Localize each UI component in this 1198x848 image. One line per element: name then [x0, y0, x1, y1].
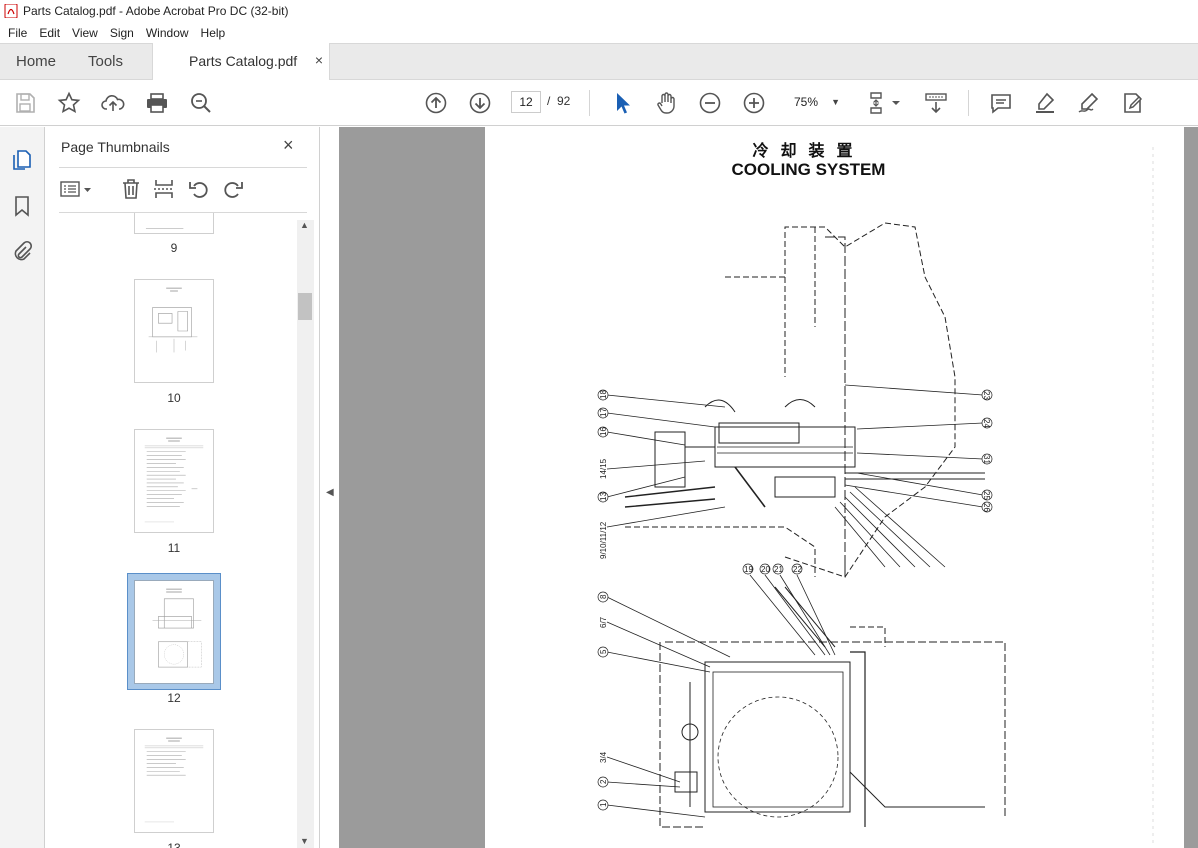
highlight-icon[interactable] — [1033, 91, 1057, 115]
close-icon[interactable]: × — [283, 135, 294, 156]
page-fit-icon[interactable] — [868, 91, 904, 115]
callout-label: 20 — [761, 565, 770, 574]
tab-bar: Home Tools Parts Catalog.pdf × — [0, 43, 1198, 81]
callout-label: 5 — [599, 649, 608, 654]
callout-label: 25 — [982, 491, 991, 500]
tab-home[interactable]: Home — [16, 44, 56, 80]
scroll-down-icon[interactable]: ▼ — [300, 836, 309, 846]
print-icon[interactable] — [145, 91, 169, 115]
page-number-input[interactable]: 12 — [511, 91, 541, 113]
attachments-icon[interactable] — [10, 240, 34, 264]
callout-label: 2 — [599, 779, 608, 784]
page-up-icon[interactable] — [424, 91, 448, 115]
callout-label: 23 — [982, 391, 991, 400]
thumbnail-list: 9 10 11 12 13 — [59, 213, 314, 848]
bookmarks-icon[interactable] — [10, 194, 34, 218]
thumbnail-page[interactable] — [134, 279, 214, 383]
extract-page-icon[interactable] — [152, 177, 176, 201]
callout-label: 21 — [774, 565, 783, 574]
thumbnail-label: 11 — [167, 541, 181, 555]
page-thumbnails-icon[interactable] — [10, 148, 34, 172]
title-bar: Parts Catalog.pdf - Adobe Acrobat Pro DC… — [0, 0, 1198, 22]
callout-label: 19 — [744, 565, 753, 574]
thumbnail-options-icon[interactable] — [59, 177, 95, 201]
menu-view[interactable]: View — [68, 26, 102, 40]
zoom-select[interactable]: 75% ▼ — [786, 91, 846, 113]
thumbnail-label: 9 — [170, 241, 178, 255]
menu-edit[interactable]: Edit — [35, 26, 64, 40]
callout-label: 22 — [793, 565, 802, 574]
thumbnail-page[interactable] — [134, 729, 214, 833]
callout-label: 3/4 — [599, 751, 608, 763]
menu-sign[interactable]: Sign — [106, 26, 138, 40]
select-cursor-icon[interactable] — [610, 91, 634, 115]
toolbar-divider — [589, 90, 590, 116]
callout-label: 18 — [599, 390, 608, 399]
hand-icon[interactable] — [654, 91, 678, 115]
panel-title: Page Thumbnails — [61, 139, 170, 155]
callout-label: 24 — [982, 419, 991, 428]
callout-label: 17 — [599, 408, 608, 417]
collapse-left-icon: ◀ — [326, 487, 334, 498]
chevron-down-icon: ▼ — [831, 97, 840, 107]
callout-label: 31 — [982, 455, 991, 464]
zoom-out-icon[interactable] — [698, 91, 722, 115]
scrollbar-thumb[interactable] — [298, 293, 312, 320]
tab-document-label: Parts Catalog.pdf — [189, 53, 298, 69]
thumbnail-label: 13 — [167, 841, 181, 848]
callout-label: 26 — [982, 503, 991, 512]
callout-label: 1 — [599, 802, 608, 807]
thumbnail-label: 12 — [167, 691, 181, 705]
document-viewport[interactable]: 冷却装置 COOLING SYSTEM 18 17 16 14/15 13 9/… — [339, 127, 1198, 848]
window-title: Parts Catalog.pdf - Adobe Acrobat Pro DC… — [23, 4, 289, 18]
page-separator: / — [547, 94, 551, 108]
panel-divider — [59, 167, 307, 168]
panel-collapse-handle[interactable]: ◀ — [320, 127, 339, 848]
save-icon[interactable] — [13, 91, 37, 115]
bookmark-star-icon[interactable] — [57, 91, 81, 115]
callout-label: 9/10/11/12 — [599, 521, 608, 559]
callout-label: 16 — [599, 427, 608, 436]
callout-label: 14/15 — [599, 458, 608, 479]
callout-label: 6/7 — [599, 616, 608, 628]
menu-bar: File Edit View Sign Window Help — [0, 22, 1198, 43]
tab-tools[interactable]: Tools — [88, 44, 123, 80]
thumbnail-scrollbar[interactable]: ▲ ▼ — [297, 220, 314, 848]
page-total: 92 — [557, 94, 571, 108]
thumbnail-label: 10 — [167, 391, 181, 405]
left-rail — [0, 127, 45, 848]
delete-page-icon[interactable] — [119, 177, 143, 201]
scroll-mode-icon[interactable] — [924, 91, 948, 115]
search-zoom-icon[interactable] — [189, 91, 213, 115]
acrobat-app-icon — [4, 4, 18, 18]
tab-close-icon[interactable]: × — [315, 52, 323, 68]
tab-document[interactable]: Parts Catalog.pdf × — [152, 43, 330, 81]
scroll-up-icon[interactable]: ▲ — [300, 220, 309, 230]
rotate-ccw-icon[interactable] — [187, 177, 211, 201]
zoom-in-icon[interactable] — [742, 91, 766, 115]
callout-label: 13 — [599, 492, 608, 501]
menu-help[interactable]: Help — [197, 26, 230, 40]
zoom-value: 75% — [794, 95, 819, 109]
menu-file[interactable]: File — [4, 26, 31, 40]
callout-label: 8 — [599, 594, 608, 599]
thumbnail-panel: Page Thumbnails × 9 10 11 12 13 — [45, 127, 320, 848]
main-toolbar: 12 / 92 75% ▼ — [0, 80, 1198, 126]
edit-pdf-icon[interactable] — [1121, 91, 1145, 115]
pdf-page: 冷却装置 COOLING SYSTEM 18 17 16 14/15 13 9/… — [485, 127, 1184, 848]
cooling-system-drawing: 18 17 16 14/15 13 9/10/11/12 23 24 31 25… — [597, 147, 1154, 847]
sign-icon[interactable] — [1077, 91, 1101, 115]
toolbar-divider — [968, 90, 969, 116]
thumbnail-selected-highlight[interactable] — [127, 573, 221, 690]
thumbnail-page[interactable] — [134, 213, 214, 234]
thumbnail-page — [134, 580, 214, 684]
menu-window[interactable]: Window — [142, 26, 193, 40]
upload-icon[interactable] — [101, 91, 125, 115]
thumbnail-page[interactable] — [134, 429, 214, 533]
comment-icon[interactable] — [989, 91, 1013, 115]
page-down-icon[interactable] — [468, 91, 492, 115]
rotate-cw-icon[interactable] — [221, 177, 245, 201]
